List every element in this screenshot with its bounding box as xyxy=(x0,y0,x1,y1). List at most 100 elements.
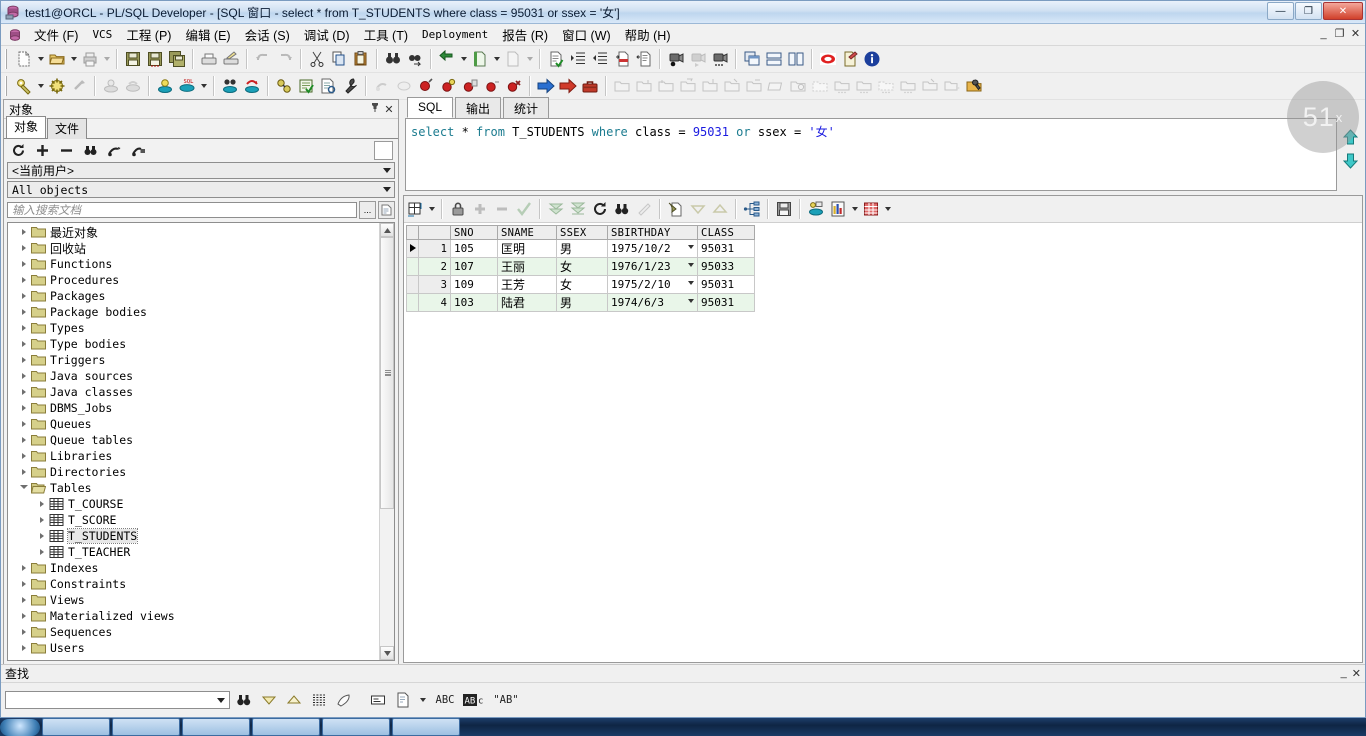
menu-deployment[interactable]: Deployment xyxy=(415,26,495,43)
commit-dropdown-icon[interactable] xyxy=(198,75,209,97)
find-icon[interactable] xyxy=(79,139,101,161)
print-icon[interactable] xyxy=(198,48,220,70)
tree-item-package-bodies[interactable]: Package bodies xyxy=(8,304,380,320)
mdi-minimize-button[interactable]: _ xyxy=(1317,27,1330,40)
tree-item-t-score[interactable]: T_SCORE xyxy=(8,512,380,528)
user-select[interactable]: <当前用户> xyxy=(7,162,395,179)
chevron-right-icon[interactable] xyxy=(18,259,29,270)
chevron-right-icon[interactable] xyxy=(18,419,29,430)
match-case-icon[interactable]: ABc xyxy=(462,689,488,711)
chevron-right-icon[interactable] xyxy=(18,227,29,238)
highlight-all-icon[interactable] xyxy=(308,689,330,711)
cell-class[interactable]: 95031 xyxy=(698,294,755,312)
tree-item-directories[interactable]: Directories xyxy=(8,464,380,480)
remove-icon[interactable] xyxy=(55,139,77,161)
chevron-right-icon[interactable] xyxy=(18,307,29,318)
pin-icon[interactable] xyxy=(368,102,382,116)
cell-ssex[interactable]: 女 xyxy=(557,258,608,276)
filter-icon[interactable] xyxy=(103,139,125,161)
browse-button[interactable]: ... xyxy=(359,201,376,219)
save-icon[interactable] xyxy=(122,48,144,70)
tree-item-t-students[interactable]: T_STUDENTS xyxy=(8,528,380,544)
grid-col-ssex[interactable]: SSEX xyxy=(557,226,608,240)
scope-dropdown-icon[interactable] xyxy=(417,689,428,711)
scroll-thumb[interactable] xyxy=(380,237,394,509)
chevron-right-icon[interactable] xyxy=(18,323,29,334)
chevron-right-icon[interactable] xyxy=(18,435,29,446)
toolbar-grip-2[interactable] xyxy=(4,76,11,96)
chevron-right-icon[interactable] xyxy=(18,387,29,398)
tree-item-users[interactable]: Users xyxy=(8,640,380,656)
taskbar-item-1[interactable] xyxy=(42,718,110,736)
grid-col-sno[interactable]: SNO xyxy=(451,226,498,240)
result-grid[interactable]: SNOSNAMESSEXSBIRTHDAYCLASS1105匡明男1975/10… xyxy=(406,225,755,312)
taskbar-item-6[interactable] xyxy=(392,718,460,736)
toolbar-grip[interactable] xyxy=(4,49,11,69)
lock-filter-icon[interactable] xyxy=(127,139,149,161)
chevron-right-icon[interactable] xyxy=(18,243,29,254)
breakpoint-remove-icon[interactable] xyxy=(503,75,525,97)
mdi-restore-button[interactable]: ❐ xyxy=(1333,27,1346,40)
cell-ssex[interactable]: 男 xyxy=(557,240,608,258)
row-indicator[interactable] xyxy=(407,240,419,258)
find-binoculars-icon[interactable] xyxy=(233,689,255,711)
doc-icon[interactable] xyxy=(378,201,395,219)
tree-item--[interactable]: 回收站 xyxy=(8,240,380,256)
lock-icon[interactable] xyxy=(447,198,469,220)
chevron-down-icon[interactable] xyxy=(688,245,694,249)
close-icon[interactable]: ✕ xyxy=(382,103,396,116)
menu-session[interactable]: 会话 (S) xyxy=(238,23,297,46)
open-dropdown-icon[interactable] xyxy=(68,48,79,70)
find-minimize-button[interactable]: _ xyxy=(1341,667,1347,680)
breakpoint-icon[interactable] xyxy=(415,75,437,97)
toggle-panel-icon[interactable] xyxy=(367,689,389,711)
find-close-button[interactable]: ✕ xyxy=(1352,667,1361,680)
execute-red-arrow-icon[interactable] xyxy=(557,75,579,97)
cell-sno[interactable]: 107 xyxy=(451,258,498,276)
new-dropdown-icon[interactable] xyxy=(35,48,46,70)
tree-item-constraints[interactable]: Constraints xyxy=(8,576,380,592)
cell-ssex[interactable]: 女 xyxy=(557,276,608,294)
tree-item-libraries[interactable]: Libraries xyxy=(8,448,380,464)
row-indicator[interactable] xyxy=(407,294,419,312)
tree-item-functions[interactable]: Functions xyxy=(8,256,380,272)
refresh-icon[interactable] xyxy=(589,198,611,220)
execute-blue-arrow-icon[interactable] xyxy=(535,75,557,97)
oracle-icon[interactable] xyxy=(817,48,839,70)
tree-item-dbms-jobs[interactable]: DBMS_Jobs xyxy=(8,400,380,416)
flow-chart-icon[interactable] xyxy=(741,198,763,220)
chevron-down-icon[interactable] xyxy=(688,299,694,303)
save-all-icon[interactable] xyxy=(166,48,188,70)
chevron-right-icon[interactable] xyxy=(36,499,47,510)
menu-project[interactable]: 工程 (P) xyxy=(119,23,178,46)
table-row[interactable]: 4103陆君男1974/6/395031 xyxy=(407,294,755,312)
chevron-right-icon[interactable] xyxy=(18,563,29,574)
check-syntax-icon[interactable] xyxy=(545,48,567,70)
cell-sno[interactable]: 109 xyxy=(451,276,498,294)
test-window-icon[interactable] xyxy=(295,75,317,97)
cell-sbirthday[interactable]: 1974/6/3 xyxy=(608,294,698,312)
tab-sql[interactable]: SQL xyxy=(407,97,453,118)
menu-window[interactable]: 窗口 (W) xyxy=(555,23,618,46)
cell-class[interactable]: 95033 xyxy=(698,258,755,276)
tree-item-types[interactable]: Types xyxy=(8,320,380,336)
tree-item-queue-tables[interactable]: Queue tables xyxy=(8,432,380,448)
tree-item-packages[interactable]: Packages xyxy=(8,288,380,304)
scroll-up-button[interactable] xyxy=(380,223,394,237)
explain-plan-icon[interactable] xyxy=(273,75,295,97)
mdi-close-button[interactable]: ✕ xyxy=(1349,27,1362,40)
commit-options-icon[interactable]: SQL xyxy=(176,75,198,97)
open-icon[interactable] xyxy=(46,48,68,70)
cell-sbirthday[interactable]: 1975/2/10 xyxy=(608,276,698,294)
copy-icon[interactable] xyxy=(328,48,350,70)
tile-vertical-icon[interactable] xyxy=(785,48,807,70)
record-macro-icon[interactable] xyxy=(665,48,687,70)
tree-item-java-sources[interactable]: Java sources xyxy=(8,368,380,384)
cell-class[interactable]: 95031 xyxy=(698,240,755,258)
scroll-down-button[interactable] xyxy=(380,646,394,660)
tab-output[interactable]: 输出 xyxy=(455,97,501,119)
export-grid-dropdown-icon[interactable] xyxy=(882,198,893,220)
find-input[interactable] xyxy=(5,691,230,709)
query-data-icon[interactable] xyxy=(805,198,827,220)
maximize-button[interactable]: ❐ xyxy=(1295,2,1322,20)
